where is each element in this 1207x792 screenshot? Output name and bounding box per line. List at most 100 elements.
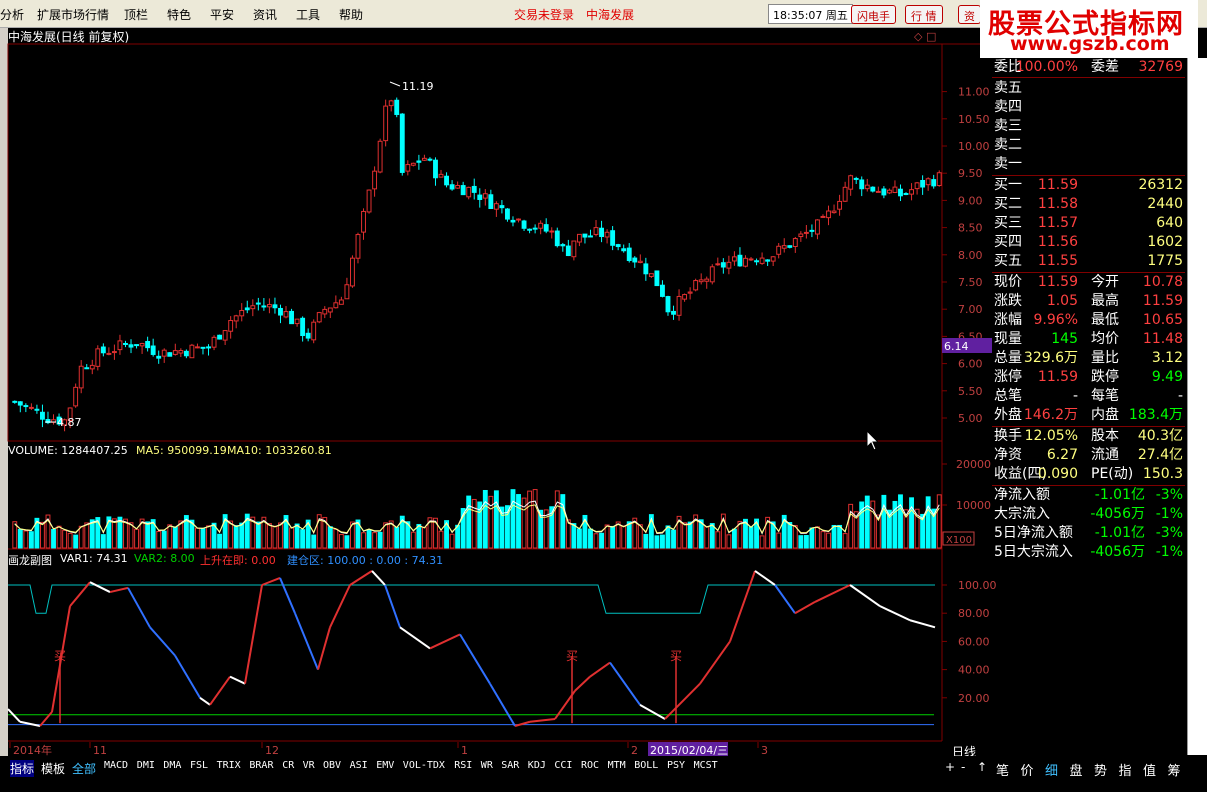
indicator-tab-boll[interactable]: BOLL <box>634 760 658 771</box>
candle-body <box>89 364 95 370</box>
indicator-tab-cr[interactable]: CR <box>282 760 294 771</box>
indicator-tick-label: 100.00 <box>958 579 997 592</box>
volume-bar <box>289 527 294 549</box>
candle-body <box>831 210 837 214</box>
candle-body <box>134 344 139 347</box>
fund-flow-label: 净流入额 <box>994 487 1050 503</box>
indicator-tab-kdj[interactable]: KDJ <box>528 760 546 771</box>
stat-value: 146.2万 <box>1023 407 1078 423</box>
var1-segment <box>459 633 491 685</box>
candle-body <box>682 294 688 300</box>
mouse-cursor-icon <box>866 429 880 451</box>
volume-bar <box>798 535 804 549</box>
var1-segment <box>814 584 851 603</box>
indicator-tab-obv[interactable]: OBV <box>323 760 341 771</box>
var1-segment <box>384 584 401 628</box>
side-tab-7[interactable]: 筹 <box>1168 760 1181 779</box>
stat-label: 每笔 <box>1091 388 1119 404</box>
volume-bar <box>145 521 151 549</box>
indicator-tab-vol-tdx[interactable]: VOL-TDX <box>403 760 445 771</box>
indicator-tab-mcst[interactable]: MCST <box>694 760 718 771</box>
side-tab-1[interactable]: 价 <box>1021 760 1034 779</box>
candle-body <box>12 400 18 403</box>
fund-flow-value: -4056万 <box>1090 506 1145 522</box>
volume-bar <box>936 494 942 549</box>
candle-body <box>565 245 571 257</box>
candle-body <box>853 177 859 180</box>
indicator-tick-label: 80.00 <box>958 607 990 620</box>
side-tab-3[interactable]: 盘 <box>1070 760 1083 779</box>
stat-value: 11.59 <box>1037 369 1078 385</box>
candle-body <box>665 296 671 313</box>
chart-control-button[interactable]: ↑ <box>977 760 987 774</box>
candle-body <box>283 311 289 318</box>
indicator-tab-brar[interactable]: BRAR <box>249 760 273 771</box>
candle-body <box>217 334 223 340</box>
volume-bar <box>56 525 62 549</box>
side-tab-0[interactable]: 笔 <box>996 760 1009 779</box>
candle-body <box>73 386 79 407</box>
candle-body <box>776 245 782 255</box>
volume-bar <box>410 531 416 549</box>
indicator-tab-cci[interactable]: CCI <box>554 760 572 771</box>
chart-control-button[interactable]: + <box>945 760 955 774</box>
volume-bar <box>554 490 560 549</box>
volume-bar <box>338 534 344 549</box>
candle-body <box>23 405 29 408</box>
candle-body <box>327 307 333 313</box>
candle-body <box>698 279 704 283</box>
indicator-tab-emv[interactable]: EMV <box>376 760 394 771</box>
price-tick-label: 7.00 <box>958 303 983 316</box>
indicator-tab-psy[interactable]: PSY <box>667 760 685 771</box>
volume-bar <box>925 496 931 549</box>
candle-body <box>344 284 350 300</box>
indicator-tab-macd[interactable]: MACD <box>104 760 128 771</box>
volume-bar <box>709 523 715 549</box>
candle-body <box>189 344 195 359</box>
side-tab-5[interactable]: 指 <box>1119 760 1132 779</box>
candle-body <box>455 184 461 189</box>
indicator-tab-sar[interactable]: SAR <box>501 760 519 771</box>
var1-segment <box>244 584 263 684</box>
price-tick-label: 9.50 <box>958 167 983 180</box>
indicator-tab-dmi[interactable]: DMI <box>137 760 155 771</box>
volume-bar <box>909 497 914 549</box>
side-tab-6[interactable]: 值 <box>1143 760 1156 779</box>
buy-volume: 26312 <box>1138 177 1183 193</box>
indicator-tab-asi[interactable]: ASI <box>350 760 368 771</box>
volume-bar <box>621 525 627 549</box>
indicator-tab-wr[interactable]: WR <box>481 760 493 771</box>
side-tab-2[interactable]: 细 <box>1045 760 1058 779</box>
indicator-tab-roc[interactable]: ROC <box>581 760 599 771</box>
tab-all[interactable]: 全部 <box>72 760 96 777</box>
indicator-tab-fsl[interactable]: FSL <box>190 760 208 771</box>
side-tab-4[interactable]: 势 <box>1094 760 1107 779</box>
candle-body <box>643 263 649 275</box>
indicator-tab-vr[interactable]: VR <box>303 760 315 771</box>
candle-body <box>809 229 815 232</box>
volume-bar <box>333 528 339 549</box>
stat-label: 跌停 <box>1091 369 1119 385</box>
candle-body <box>676 295 682 316</box>
buy-price: 11.57 <box>1037 215 1078 231</box>
indicator-tab-dma[interactable]: DMA <box>163 760 181 771</box>
chart-control-button[interactable]: - <box>961 760 965 774</box>
tab-indicator[interactable]: 指标 <box>10 760 35 777</box>
var1-segment <box>664 682 701 720</box>
candle-body <box>726 261 732 269</box>
candle-body <box>172 350 178 355</box>
volume-bar <box>366 529 372 549</box>
indicator-tab-trix[interactable]: TRIX <box>217 760 241 771</box>
var1-segment <box>39 711 53 727</box>
buy-volume: 1602 <box>1147 234 1183 250</box>
candle-body <box>532 227 538 230</box>
indicator-tab-rsi[interactable]: RSI <box>454 760 472 771</box>
candle-body <box>709 266 715 283</box>
tab-template[interactable]: 模板 <box>41 760 65 777</box>
candle-body <box>909 189 914 195</box>
indicator-tab-mtm[interactable]: MTM <box>608 760 626 771</box>
candle-body <box>731 256 737 262</box>
chart-options-icon[interactable]: ◇ □ <box>914 30 936 43</box>
volume-bar <box>438 530 444 549</box>
candle-body <box>206 346 211 349</box>
